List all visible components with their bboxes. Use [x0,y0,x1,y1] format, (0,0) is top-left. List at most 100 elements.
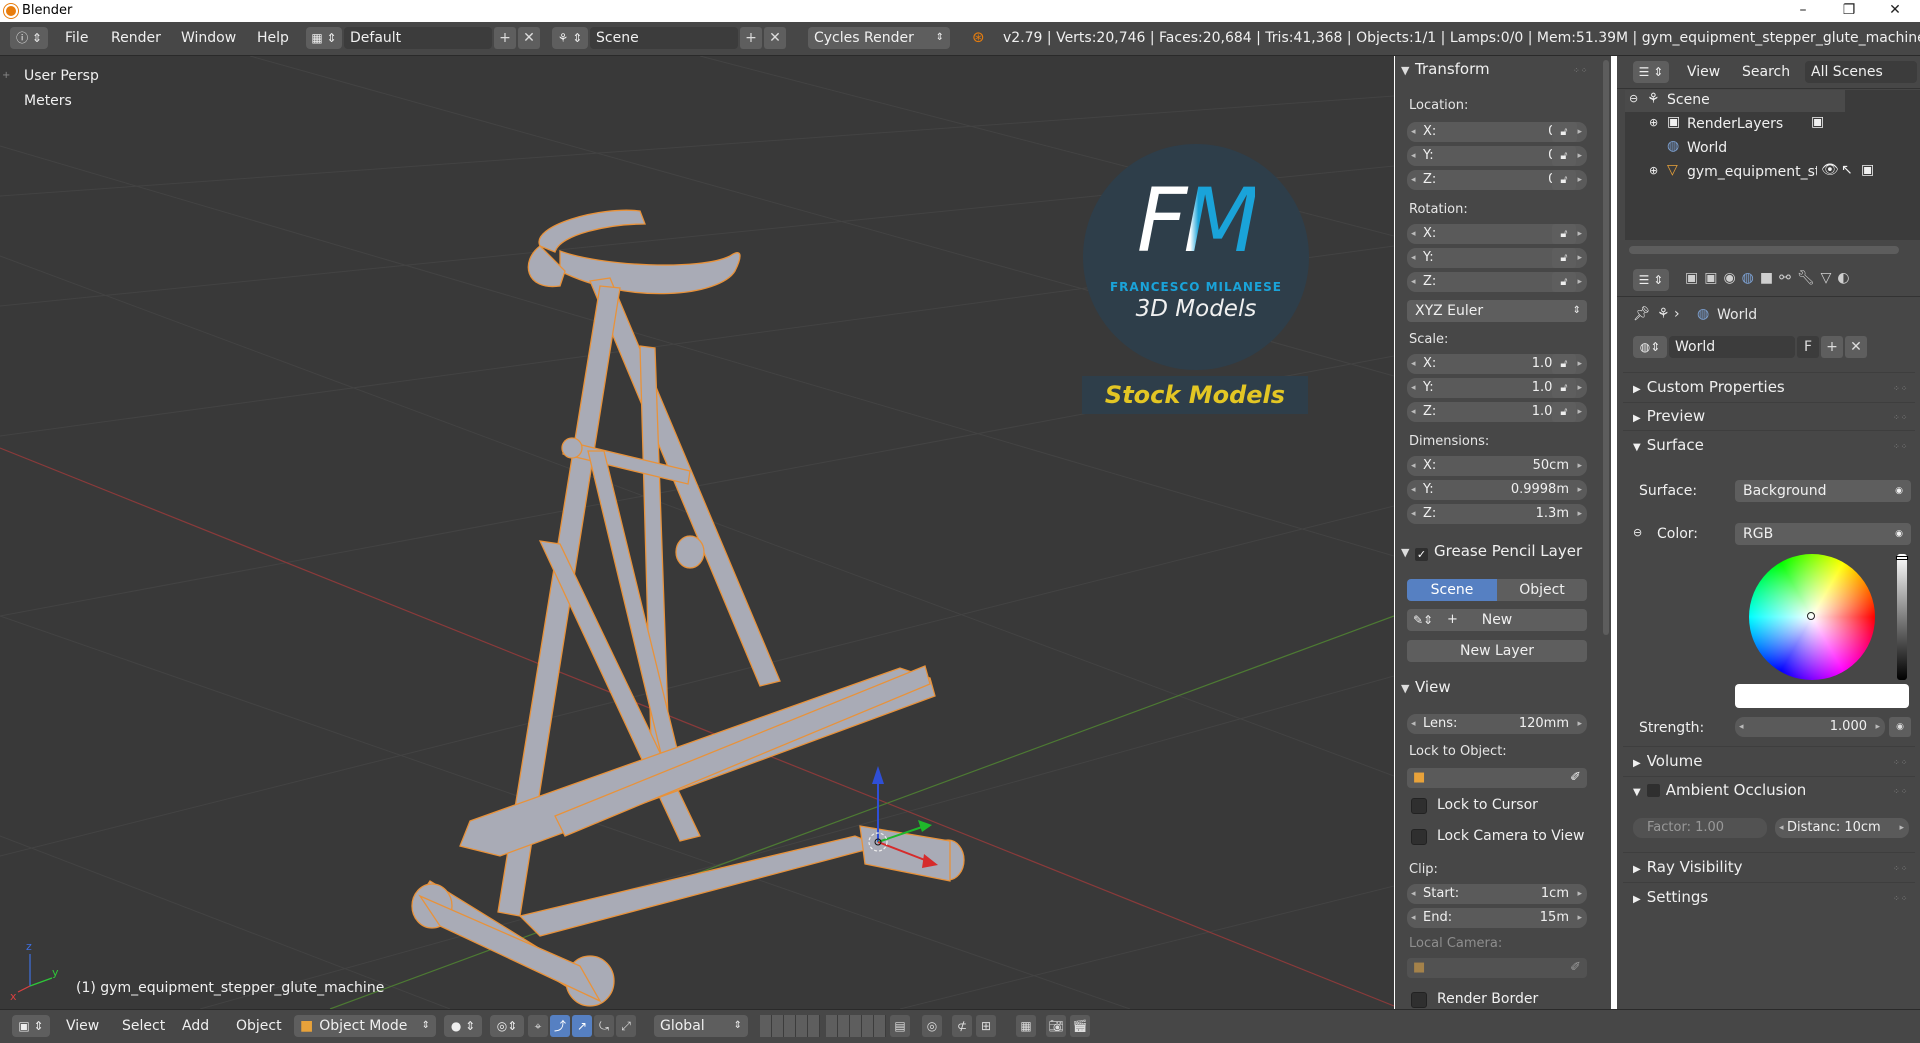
screen-layout-field[interactable]: Default [344,27,492,49]
lock-scale-y-icon[interactable]: 🔓︎ [1552,378,1576,398]
proportional-editing-icon[interactable]: ◎ [922,1015,942,1037]
new-layer-button[interactable]: New Layer [1407,640,1587,662]
lock-location-y-icon[interactable]: 🔓︎ [1552,146,1576,166]
strength-link-button[interactable]: ◉ [1889,717,1911,737]
expand-toggle-icon[interactable]: ⊕ [1649,164,1658,177]
ao-distance-field[interactable]: ◂ Distanc: 10cm ▸ [1775,818,1909,838]
snap-element-icon[interactable]: ⊞ [976,1015,996,1037]
new-world-button[interactable]: + [1821,336,1843,358]
outliner-menu-search[interactable]: Search [1742,64,1790,80]
render-animation-icon[interactable]: 🎬︎ [1070,1015,1090,1037]
layer-buttons-group-1[interactable] [760,1015,820,1037]
drag-handle-icon[interactable]: ⁘⁘ [1893,894,1908,903]
lock-rotation-z-icon[interactable]: 🔓︎ [1552,272,1576,292]
lock-scale-x-icon[interactable]: 🔓︎ [1552,354,1576,374]
outliner-editor-type-button[interactable]: ☰ ⇕ [1633,61,1669,83]
minimize-button[interactable]: – [1780,0,1826,22]
volume-section[interactable]: ▶ Volume [1633,752,1703,770]
surface-section[interactable]: ▼ Surface [1633,436,1704,454]
ray-visibility-section[interactable]: ▶ Ray Visibility [1633,858,1743,876]
menu-help[interactable]: Help [257,30,289,46]
lock-rotation-y-icon[interactable]: 🔓︎ [1552,248,1576,268]
drag-handle-icon[interactable]: ⁘⁘ [1893,413,1908,422]
render-engine-dropdown[interactable]: Cycles Render ⇕ [808,27,950,49]
screen-layout-selector[interactable]: ▦ ⇕ [306,27,342,49]
pivot-point-dropdown[interactable]: ◎⇕ [490,1015,524,1037]
drag-handle-icon[interactable]: ⁘⁘ [1893,442,1908,451]
outliner-horizontal-scrollbar[interactable] [1629,246,1899,254]
drag-handle-icon[interactable]: ⁘⁘ [1573,66,1588,75]
local-camera-field[interactable]: ■ ✐ [1407,958,1587,978]
tab-scene[interactable]: Scene [1407,579,1497,601]
delete-scene-button[interactable]: ✕ [764,27,786,49]
scale-manipulator-icon[interactable]: ⤢ [616,1015,636,1037]
pin-icon[interactable]: 📌︎ [1633,306,1651,322]
color-wheel[interactable] [1749,554,1875,680]
property-context-tabs[interactable]: ▣▣◉◍■⚯🔧︎▽◐ [1685,270,1856,286]
menu-add[interactable]: Add [182,1018,209,1034]
viewport-shading-dropdown[interactable]: ● ⇕ [444,1015,482,1037]
lock-location-z-icon[interactable]: 🔓︎ [1552,170,1576,190]
lens-field[interactable]: ◂ Lens: 120mm ▸ [1407,714,1587,734]
ambient-occlusion-section[interactable]: ▼ Ambient Occlusion [1633,781,1806,799]
preview-section[interactable]: ▶ Preview [1633,407,1705,425]
interaction-mode-dropdown[interactable]: ■ Object Mode ⇕ [294,1015,436,1037]
manipulator-toggle-icon[interactable]: ⌖ [528,1015,548,1037]
editor-type-3dview-button[interactable]: ▣ ⇕ [12,1015,50,1037]
view-section-header[interactable]: ▼ View [1401,678,1451,696]
color-link-icon[interactable]: ⊖ [1633,526,1642,539]
surface-shader-dropdown[interactable]: Background ◉ [1735,480,1911,502]
dimensions-z-field[interactable]: ◂ Z: 1.3m ▸ [1407,504,1587,524]
npanel-scrollbar[interactable] [1603,60,1609,635]
properties-editor-type-button[interactable]: ☰ ⇕ [1633,269,1669,291]
drag-handle-icon[interactable]: ⁘⁘ [1893,787,1908,796]
add-screen-button[interactable]: + [494,27,516,49]
add-scene-button[interactable]: + [740,27,762,49]
lock-scale-z-icon[interactable]: 🔓︎ [1552,402,1576,422]
collapse-toggle-icon[interactable]: ⊖ [1629,92,1638,105]
rotate-manipulator-icon[interactable]: ⤿ [594,1015,614,1037]
translate-manipulator-icon[interactable]: ⤴ [550,1015,570,1037]
menu-render[interactable]: Render [111,30,161,46]
expand-toggle-icon[interactable]: ⊕ [1649,116,1658,129]
select-arrow-icon[interactable]: ↖ [1841,162,1853,178]
outliner-item-gym-equipment[interactable]: gym_equipment_stepp [1687,164,1817,180]
grease-pencil-section-header[interactable]: ▼ ✓ Grease Pencil Layer [1401,542,1582,561]
lock-to-cursor-checkbox[interactable] [1411,798,1427,814]
menu-select[interactable]: Select [122,1018,165,1034]
maximize-button[interactable]: ❐ [1826,0,1872,22]
delete-screen-button[interactable]: ✕ [518,27,540,49]
dimensions-x-field[interactable]: ◂ X: 50cm ▸ [1407,456,1587,476]
color-picker-cursor[interactable] [1807,612,1815,620]
dimensions-y-field[interactable]: ◂ Y: 0.9998m ▸ [1407,480,1587,500]
render-preview-icon[interactable]: 📷︎ [1046,1015,1066,1037]
lock-location-x-icon[interactable]: 🔓︎ [1552,122,1576,142]
lock-rotation-x-icon[interactable]: 🔓︎ [1552,224,1576,244]
layer-buttons-group-2[interactable] [826,1015,886,1037]
clip-end-field[interactable]: ◂ End: 15m ▸ [1407,908,1587,928]
tab-object[interactable]: Object [1497,579,1587,601]
eyedropper-icon[interactable]: ✐ [1570,958,1581,978]
render-layer-toggle-icon[interactable]: ▣ [1811,114,1824,130]
editor-type-info-button[interactable]: ⓘ ⇕ [10,27,48,49]
drag-handle-icon[interactable]: ⁘⁘ [1893,384,1908,393]
outliner-item-scene[interactable]: Scene [1667,92,1710,108]
menu-file[interactable]: File [65,30,88,46]
manipulator-enabled-icon[interactable]: ↗ [572,1015,592,1037]
drag-handle-icon[interactable]: ⁘⁘ [1893,864,1908,873]
outliner-display-mode-dropdown[interactable]: All Scenes [1805,61,1917,83]
drag-handle-icon[interactable]: ⁘⁘ [1893,758,1908,767]
custom-properties-section[interactable]: ▶ Custom Properties [1633,378,1785,396]
snap-target-icon[interactable]: ▦ [1016,1015,1036,1037]
outliner-item-world[interactable]: World [1687,140,1727,156]
transform-orientation-dropdown[interactable]: Global ⇕ [654,1015,748,1037]
lock-camera-checkbox[interactable] [1411,829,1427,845]
ao-factor-field[interactable]: Factor: 1.00 [1633,818,1767,838]
outliner-item-renderlayers[interactable]: RenderLayers [1687,116,1783,132]
settings-section[interactable]: ▶ Settings [1633,888,1708,906]
color-mode-dropdown[interactable]: RGB ◉ [1735,523,1911,545]
fake-user-button[interactable]: F [1797,336,1819,358]
visibility-eye-icon[interactable]: 👁︎ [1821,162,1839,178]
color-swatch[interactable] [1735,684,1909,708]
gym-stepper-model[interactable] [411,209,965,1007]
